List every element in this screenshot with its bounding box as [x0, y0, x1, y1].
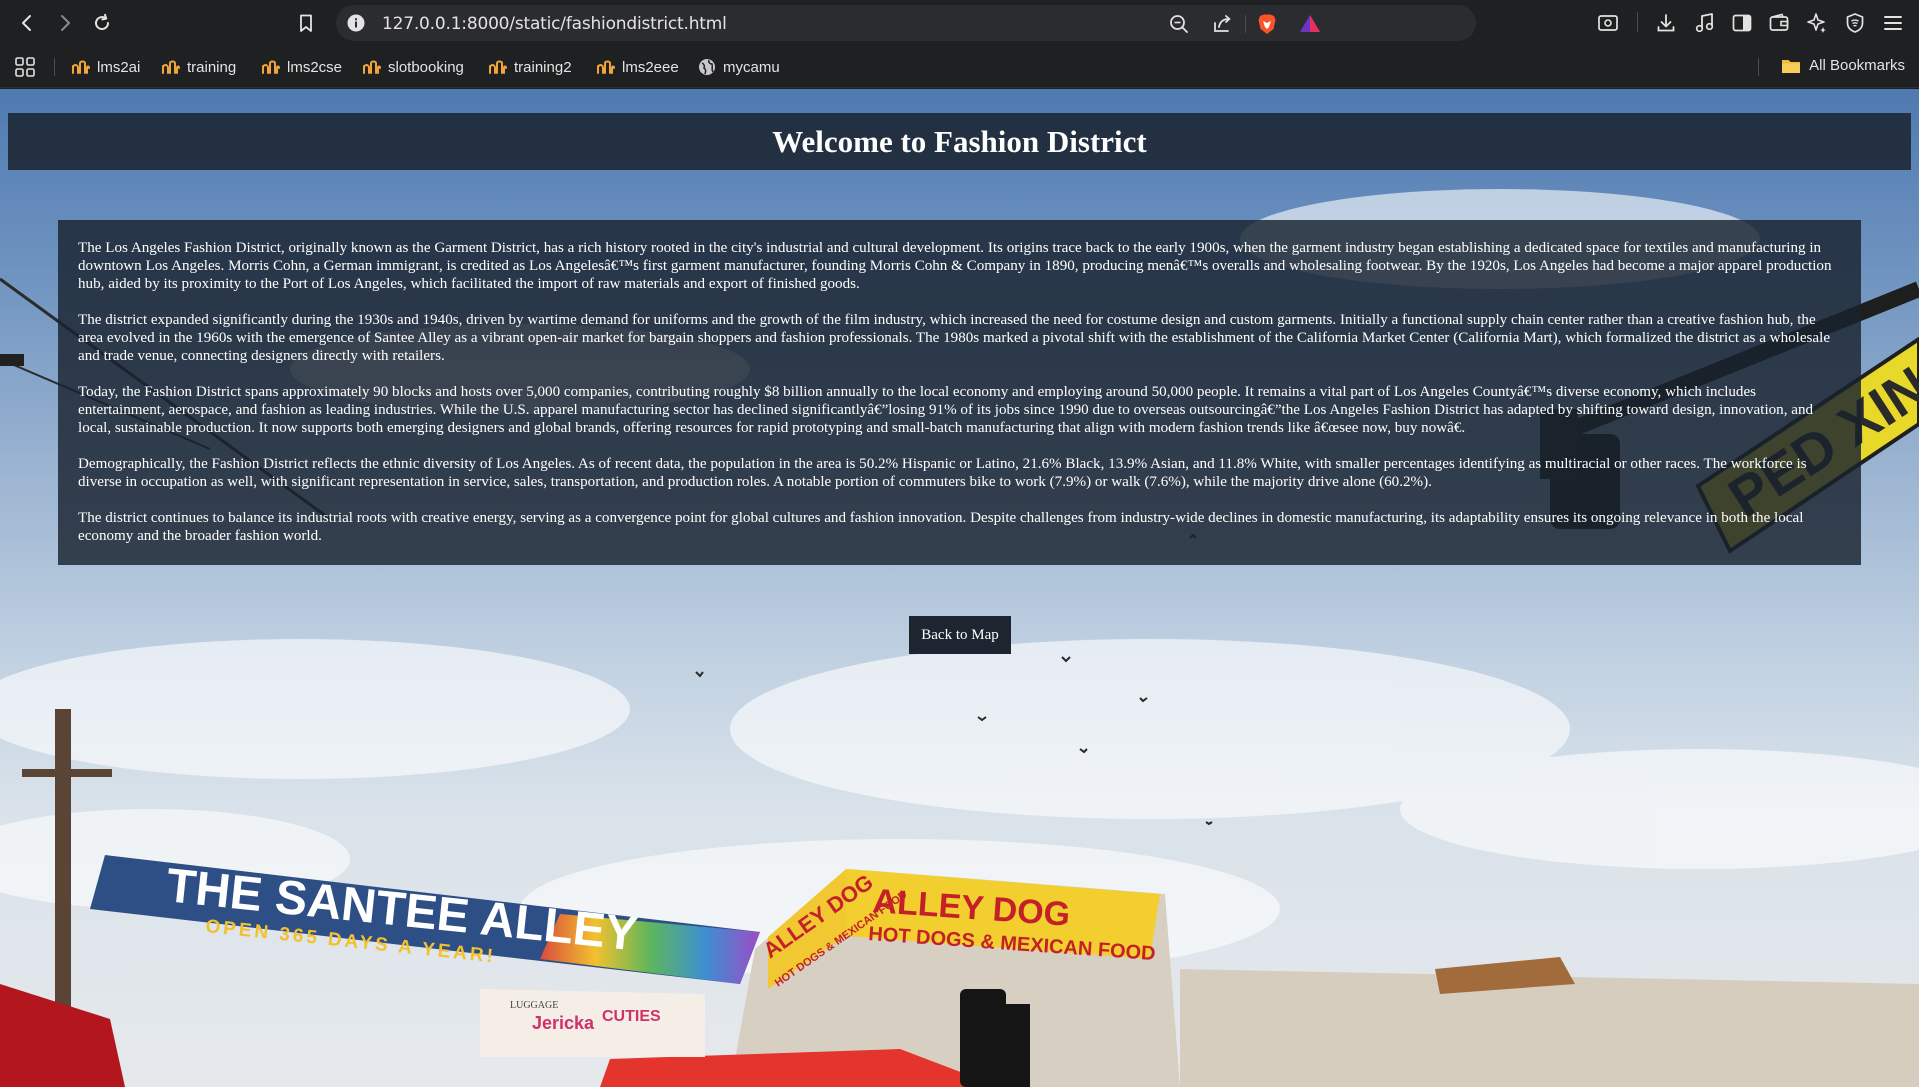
- content-panel: The Los Angeles Fashion District, origin…: [58, 220, 1861, 565]
- address-bar[interactable]: 127.0.0.1:8000/static/fashiondistrict.ht…: [336, 5, 1476, 41]
- bookmark-page-button[interactable]: [292, 9, 320, 37]
- bookmark-label: training2: [514, 58, 572, 76]
- site-header: Welcome to Fashion District: [8, 113, 1911, 170]
- bookmark-label: lms2ai: [97, 58, 141, 76]
- bookmarks-bar: lms2ai training lms2cse slotbooking trai…: [0, 46, 1919, 88]
- sidebar-toggle-button[interactable]: [1730, 11, 1754, 35]
- back-to-map-button[interactable]: Back to Map: [909, 616, 1011, 654]
- rewards-triangle-icon: [1300, 15, 1320, 32]
- bookmark-lms2cse[interactable]: lms2cse: [262, 57, 342, 77]
- hackerrank-icon: [597, 60, 615, 74]
- arrow-right-icon: [61, 15, 70, 31]
- reload-icon: [95, 13, 110, 31]
- reload-button[interactable]: [88, 9, 116, 37]
- omnibox-divider: [1245, 15, 1246, 33]
- back-nav-button[interactable]: [13, 9, 41, 37]
- bookmarks-divider: [54, 58, 55, 76]
- brave-lion-icon: [1258, 14, 1276, 34]
- bookmarks-divider: [1758, 58, 1759, 76]
- zoom-button[interactable]: [1168, 13, 1190, 35]
- all-bookmarks-label: All Bookmarks: [1809, 57, 1905, 74]
- site-info-icon[interactable]: [346, 13, 366, 33]
- bookmark-label: slotbooking: [388, 58, 464, 76]
- hackerrank-icon: [262, 60, 280, 74]
- bookmark-training2[interactable]: training2: [489, 57, 572, 77]
- share-button[interactable]: [1211, 13, 1233, 35]
- sparkle-icon: [1807, 13, 1826, 33]
- bookmark-label: lms2cse: [287, 58, 343, 76]
- bookmark-lms2eee[interactable]: lms2eee: [597, 57, 679, 77]
- media-controls-button[interactable]: [1693, 11, 1717, 35]
- main-menu-button[interactable]: [1881, 11, 1905, 35]
- demographics-paragraph: Demographically, the Fashion District re…: [78, 456, 1807, 490]
- store-sign-small: LUGGAGE: [510, 1000, 558, 1011]
- page-viewport: PED XING THE SANTEE ALLEY OPEN 365 DAYS …: [0, 89, 1919, 1087]
- economy-paragraph: Today, the Fashion District spans approx…: [78, 384, 1814, 436]
- page-title: Welcome to Fashion District: [772, 123, 1147, 159]
- all-bookmarks-button[interactable]: All Bookmarks: [1781, 57, 1905, 74]
- conclusion-paragraph: The district continues to balance its in…: [78, 510, 1804, 544]
- music-note-icon: [1695, 13, 1714, 33]
- apps-grid-icon[interactable]: [14, 56, 36, 78]
- downloads-button[interactable]: [1654, 11, 1678, 35]
- folder-icon: [1782, 59, 1801, 73]
- share-icon: [1214, 15, 1231, 32]
- bookmark-label: mycamu: [723, 58, 780, 76]
- url-text[interactable]: 127.0.0.1:8000/static/fashiondistrict.ht…: [382, 14, 727, 34]
- bookmark-label: training: [187, 58, 237, 76]
- globe-icon: [699, 59, 715, 75]
- bookmark-label: lms2eee: [622, 58, 679, 76]
- magnifier-icon: [1170, 15, 1188, 33]
- screenshot-tool-button[interactable]: [1596, 11, 1620, 35]
- wallet-icon: [1769, 13, 1789, 31]
- hackerrank-icon: [162, 60, 180, 74]
- leo-ai-button[interactable]: [1805, 11, 1829, 35]
- bookmark-lms2ai[interactable]: lms2ai: [72, 57, 140, 77]
- hackerrank-icon: [489, 60, 507, 74]
- brave-rewards-button[interactable]: [1299, 13, 1321, 35]
- sidebar-icon: [1732, 14, 1752, 32]
- wallet-button[interactable]: [1767, 11, 1791, 35]
- store-sign-title2: CUTIES: [602, 1008, 661, 1025]
- forward-nav-button[interactable]: [51, 9, 79, 37]
- hamburger-menu-icon: [1884, 16, 1902, 30]
- brave-shields-button[interactable]: [1256, 13, 1278, 35]
- bookmark-training[interactable]: training: [162, 57, 236, 77]
- bookmark-mycamu[interactable]: mycamu: [698, 57, 780, 77]
- bookmark-slotbooking[interactable]: slotbooking: [363, 57, 464, 77]
- vpn-button[interactable]: [1843, 11, 1867, 35]
- bookmark-icon: [300, 14, 312, 32]
- browser-toolbar: 127.0.0.1:8000/static/fashiondistrict.ht…: [0, 0, 1919, 46]
- shield-icon: [1846, 13, 1864, 33]
- expansion-paragraph: The district expanded significantly duri…: [78, 312, 1831, 364]
- download-icon: [1657, 14, 1675, 32]
- hackerrank-icon: [363, 60, 381, 74]
- store-sign-title: Jericka: [532, 1013, 595, 1033]
- screenshot-icon: [1598, 15, 1618, 31]
- history-paragraph: The Los Angeles Fashion District, origin…: [78, 240, 1832, 292]
- hackerrank-icon: [72, 60, 90, 74]
- store-sign: LUGGAGE Jericka CUTIES: [480, 989, 705, 1057]
- arrow-left-icon: [22, 15, 31, 31]
- toolbar-divider: [1637, 12, 1638, 32]
